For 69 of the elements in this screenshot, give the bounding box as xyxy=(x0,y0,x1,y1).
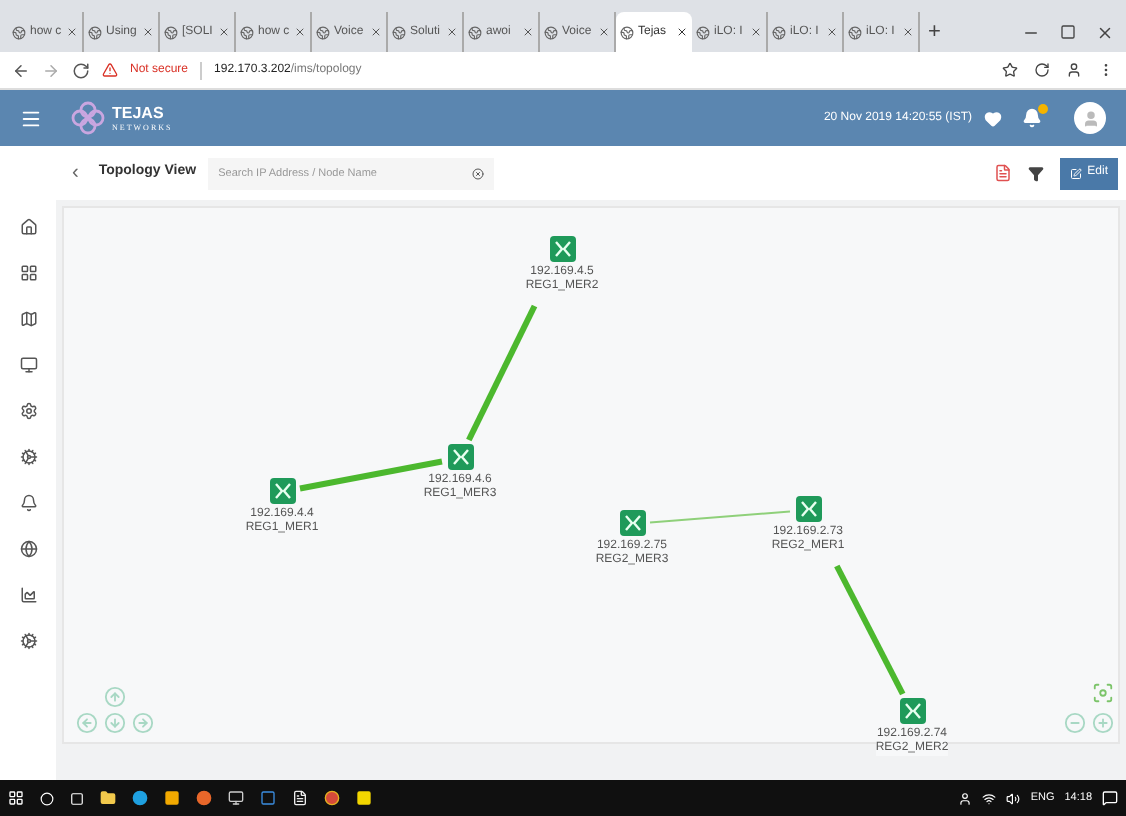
settings-icon[interactable] xyxy=(19,402,37,420)
close-icon[interactable] xyxy=(66,26,78,38)
pdf-icon[interactable] xyxy=(993,164,1012,182)
site-icon xyxy=(88,25,102,39)
star-icon[interactable] xyxy=(1002,62,1018,78)
close-icon[interactable] xyxy=(218,26,230,38)
router-icon[interactable] xyxy=(447,444,473,470)
clear-icon[interactable] xyxy=(472,167,485,179)
warning-icon xyxy=(102,62,118,78)
back-icon[interactable] xyxy=(12,61,30,79)
site-icon xyxy=(620,25,634,39)
router-icon[interactable] xyxy=(269,478,295,504)
reload-icon[interactable] xyxy=(72,61,90,79)
site-icon xyxy=(164,25,178,39)
home-icon[interactable] xyxy=(19,218,37,236)
people-icon[interactable] xyxy=(958,791,973,805)
new-tab-button[interactable]: + xyxy=(920,12,949,52)
site-icon xyxy=(848,25,862,39)
globe-icon[interactable] xyxy=(19,540,37,558)
volume-icon[interactable] xyxy=(1006,791,1021,805)
grid-icon[interactable] xyxy=(19,264,37,282)
close-icon[interactable] xyxy=(370,26,382,38)
close-icon[interactable] xyxy=(1096,23,1114,41)
router-icon[interactable] xyxy=(795,496,821,522)
close-icon[interactable] xyxy=(676,26,688,38)
close-icon[interactable] xyxy=(294,26,306,38)
site-icon xyxy=(696,25,710,39)
notifications-icon[interactable] xyxy=(1102,790,1118,806)
bell-icon[interactable] xyxy=(1022,108,1042,128)
close-icon[interactable] xyxy=(446,26,458,38)
close-icon[interactable] xyxy=(826,26,838,38)
search-circle-icon[interactable] xyxy=(40,791,54,805)
network-icon[interactable] xyxy=(982,791,997,805)
edit-icon xyxy=(1069,167,1082,179)
close-icon[interactable] xyxy=(902,26,914,38)
area-chart-icon[interactable] xyxy=(19,586,37,604)
site-icon xyxy=(468,25,482,39)
gears-icon[interactable] xyxy=(19,632,37,650)
logo-icon xyxy=(70,100,106,136)
router-icon[interactable] xyxy=(549,236,575,262)
close-icon[interactable] xyxy=(142,26,154,38)
site-icon xyxy=(392,25,406,39)
heart-pulse-icon[interactable] xyxy=(984,109,1002,127)
site-icon xyxy=(772,25,786,39)
gears-icon[interactable] xyxy=(19,448,37,466)
avatar[interactable] xyxy=(1074,102,1106,134)
restore-icon[interactable] xyxy=(1060,24,1076,40)
site-icon xyxy=(316,25,330,39)
task-view-icon[interactable] xyxy=(70,791,84,805)
filter-icon[interactable] xyxy=(1027,165,1044,181)
router-icon[interactable] xyxy=(619,510,645,536)
person-icon xyxy=(1081,109,1099,127)
map-icon[interactable] xyxy=(19,310,37,328)
site-icon xyxy=(12,25,26,39)
router-icon[interactable] xyxy=(899,698,925,724)
bell-icon[interactable] xyxy=(19,494,37,512)
close-icon[interactable] xyxy=(750,26,762,38)
site-icon xyxy=(544,25,558,39)
app-icon[interactable] xyxy=(228,790,244,806)
site-icon xyxy=(240,25,254,39)
brand-name: TEJAS xyxy=(112,105,166,121)
document-icon[interactable] xyxy=(292,790,308,806)
profile-icon[interactable] xyxy=(1066,62,1082,78)
back-button[interactable]: ‹ xyxy=(68,158,83,188)
close-icon[interactable] xyxy=(522,26,534,38)
monitor-icon[interactable] xyxy=(19,356,37,374)
windows-icon[interactable] xyxy=(8,790,24,806)
folder-icon[interactable] xyxy=(100,790,116,806)
close-icon[interactable] xyxy=(598,26,610,38)
